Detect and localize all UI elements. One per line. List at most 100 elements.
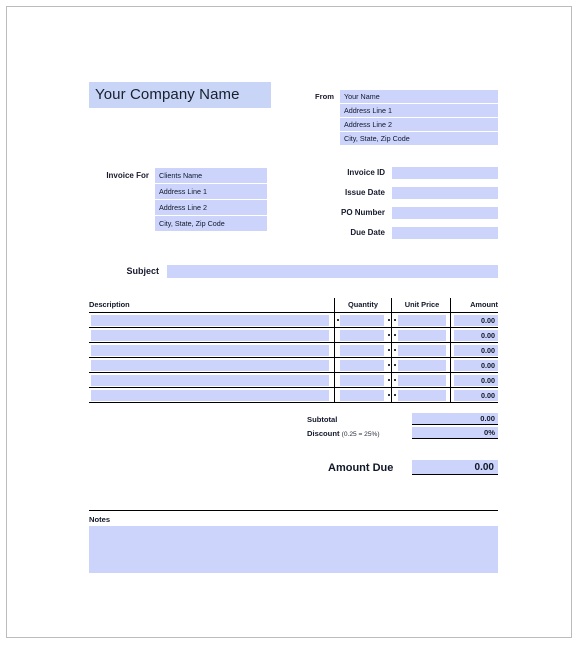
row-5-rule-b bbox=[391, 373, 393, 388]
row-1-qty-dot bbox=[337, 319, 339, 321]
row-4-unit-price[interactable] bbox=[398, 359, 446, 371]
row-6-unit-price[interactable] bbox=[398, 389, 446, 401]
issue-date-label: Issue Date bbox=[344, 188, 385, 197]
row-3-unit-price[interactable] bbox=[398, 344, 446, 356]
invoice-for-line-2[interactable]: Address Line 1 bbox=[155, 184, 267, 199]
row-2-amount-value: 0.00 bbox=[481, 330, 495, 340]
row-3-quantity[interactable] bbox=[340, 344, 384, 356]
row-5-price-dot bbox=[394, 379, 396, 381]
issue-date-input[interactable] bbox=[392, 187, 498, 199]
header-rule-amount-left bbox=[450, 298, 452, 312]
subject-label: Subject bbox=[126, 266, 159, 276]
discount-label-group: Discount (0.25 = 25%) bbox=[307, 427, 380, 441]
row-5-quantity[interactable] bbox=[340, 374, 384, 386]
invoice-for-line-1[interactable]: Clients Name bbox=[155, 168, 267, 183]
table-row[interactable]: 0.00 bbox=[89, 373, 498, 388]
from-line-4[interactable]: City, State, Zip Code bbox=[340, 132, 498, 145]
invoice-id-label: Invoice ID bbox=[347, 168, 385, 177]
invoice-for-line-1-text: Clients Name bbox=[159, 171, 203, 180]
due-date-input[interactable] bbox=[392, 227, 498, 239]
row-6-description[interactable] bbox=[91, 389, 329, 401]
invoice-id-input[interactable] bbox=[392, 167, 498, 179]
row-6-price-dot bbox=[394, 394, 396, 396]
row-3-rule-c bbox=[450, 343, 452, 358]
meta-row-po-number: PO Number bbox=[341, 207, 498, 219]
row-3-price-dot bbox=[394, 349, 396, 351]
from-line-3[interactable]: Address Line 2 bbox=[340, 118, 498, 131]
invoice-for-line-4-text: City, State, Zip Code bbox=[159, 219, 225, 228]
column-header-quantity: Quantity bbox=[348, 300, 378, 309]
from-block: From Your Name Address Line 1 Address Li… bbox=[315, 90, 498, 146]
amount-due-value: 0.00 bbox=[474, 462, 494, 473]
row-1-unit-price[interactable] bbox=[398, 314, 446, 326]
row-1-rule-a bbox=[334, 313, 336, 328]
row-6-rule-a bbox=[334, 388, 336, 403]
due-date-label: Due Date bbox=[350, 228, 385, 237]
subtotal-row: Subtotal 0.00 bbox=[307, 413, 498, 427]
from-line-1-text: Your Name bbox=[344, 92, 380, 101]
invoice-for-block: Invoice For Clients Name Address Line 1 … bbox=[106, 168, 267, 232]
invoice-page: Your Company Name From Your Name Address… bbox=[6, 6, 572, 638]
discount-hint: (0.25 = 25%) bbox=[341, 431, 380, 438]
from-line-3-text: Address Line 2 bbox=[344, 120, 392, 129]
row-3-description[interactable] bbox=[91, 344, 329, 356]
discount-value: 0% bbox=[484, 428, 495, 437]
invoice-for-line-3[interactable]: Address Line 2 bbox=[155, 200, 267, 215]
row-3-qty-dot bbox=[388, 349, 390, 351]
row-2-quantity[interactable] bbox=[340, 329, 384, 341]
row-3-amount-value: 0.00 bbox=[481, 345, 495, 355]
row-1-rule-b bbox=[391, 313, 393, 328]
subtotal-value: 0.00 bbox=[480, 414, 495, 423]
table-row[interactable]: 0.00 bbox=[89, 343, 498, 358]
row-4-rule-c bbox=[450, 358, 452, 373]
subject-row: Subject bbox=[126, 265, 498, 278]
meta-row-due-date: Due Date bbox=[350, 227, 498, 239]
discount-label: Discount bbox=[307, 429, 340, 438]
column-header-amount: Amount bbox=[470, 300, 498, 309]
amount-due-row: Amount Due 0.00 bbox=[307, 460, 498, 478]
row-5-unit-price[interactable] bbox=[398, 374, 446, 386]
row-1-quantity[interactable] bbox=[340, 314, 384, 326]
row-2-rule-a bbox=[334, 328, 336, 343]
line-items-header: Description Quantity Unit Price Amount bbox=[89, 298, 498, 313]
subject-input[interactable] bbox=[167, 265, 498, 278]
company-name-field[interactable]: Your Company Name bbox=[89, 82, 271, 108]
table-row[interactable]: 0.00 bbox=[89, 313, 498, 328]
row-5-description[interactable] bbox=[91, 374, 329, 386]
column-header-description: Description bbox=[89, 300, 130, 309]
row-4-qty-dot bbox=[388, 364, 390, 366]
row-2-unit-price[interactable] bbox=[398, 329, 446, 341]
row-6-rule-c bbox=[450, 388, 452, 403]
row-4-quantity[interactable] bbox=[340, 359, 384, 371]
row-3-rule-b bbox=[391, 343, 393, 358]
header-rule-qty-right bbox=[391, 298, 393, 312]
po-number-label: PO Number bbox=[340, 208, 385, 217]
row-2-description[interactable] bbox=[91, 329, 329, 341]
table-row[interactable]: 0.00 bbox=[89, 328, 498, 343]
from-line-1[interactable]: Your Name bbox=[340, 90, 498, 103]
row-4-description[interactable] bbox=[91, 359, 329, 371]
invoice-for-label: Invoice For bbox=[106, 171, 149, 180]
row-6-qty-dot bbox=[388, 394, 390, 396]
meta-row-issue-date: Issue Date bbox=[345, 187, 498, 199]
from-line-2[interactable]: Address Line 1 bbox=[340, 104, 498, 117]
amount-due-label: Amount Due bbox=[328, 462, 394, 474]
row-6-amount-value: 0.00 bbox=[481, 390, 495, 400]
row-6-rule-b bbox=[391, 388, 393, 403]
row-5-amount-value: 0.00 bbox=[481, 375, 495, 385]
from-line-4-text: City, State, Zip Code bbox=[344, 134, 410, 143]
table-row[interactable]: 0.00 bbox=[89, 358, 498, 373]
po-number-input[interactable] bbox=[392, 207, 498, 219]
row-5-rule-c bbox=[450, 373, 452, 388]
row-1-price-dot bbox=[394, 319, 396, 321]
invoice-for-line-4[interactable]: City, State, Zip Code bbox=[155, 216, 267, 231]
header-rule-qty-left bbox=[334, 298, 336, 312]
notes-section: Notes bbox=[89, 510, 498, 573]
table-row[interactable]: 0.00 bbox=[89, 388, 498, 403]
notes-input[interactable] bbox=[89, 526, 498, 573]
notes-label: Notes bbox=[89, 515, 111, 524]
meta-row-invoice-id: Invoice ID bbox=[347, 167, 498, 179]
row-1-description[interactable] bbox=[91, 314, 329, 326]
invoice-for-line-2-text: Address Line 1 bbox=[159, 187, 207, 196]
row-6-quantity[interactable] bbox=[340, 389, 384, 401]
